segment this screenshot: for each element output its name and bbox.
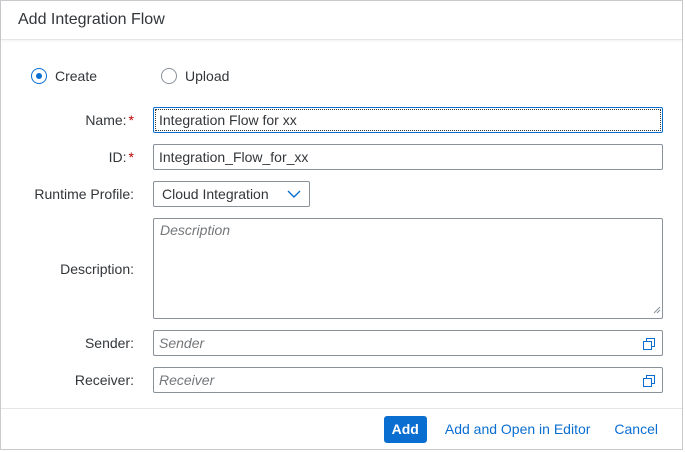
name-input[interactable]: Integration Flow for xx — [153, 107, 663, 133]
create-radio-label: Create — [55, 68, 98, 84]
id-label: ID: * — [108, 149, 134, 165]
runtime-profile-row: Runtime Profile: Cloud Integration — [1, 181, 682, 207]
chevron-down-icon[interactable] — [287, 190, 301, 199]
name-row: Name: * Integration Flow for xx — [1, 107, 682, 133]
dialog-title: Add Integration Flow — [18, 11, 165, 28]
radio-unselected-icon[interactable] — [161, 68, 178, 84]
required-marker: * — [128, 112, 134, 128]
value-help-icon[interactable] — [643, 374, 655, 390]
id-row: ID: * Integration_Flow_for_xx — [1, 144, 682, 170]
description-label: Description: — [60, 260, 134, 277]
description-textarea[interactable]: Description — [153, 218, 663, 319]
receiver-input[interactable]: Receiver — [153, 367, 663, 393]
sender-input[interactable]: Sender — [153, 330, 663, 356]
resize-handle-icon[interactable] — [653, 301, 661, 317]
runtime-profile-select[interactable]: Cloud Integration — [153, 181, 310, 207]
required-marker: * — [128, 149, 134, 165]
add-button[interactable]: Add — [383, 415, 427, 443]
runtime-profile-label: Runtime Profile: — [34, 186, 134, 202]
receiver-row: Receiver: Receiver — [1, 367, 682, 393]
sender-row: Sender: Sender — [1, 330, 682, 356]
add-integration-flow-dialog: Add Integration Flow Create Upload Name:… — [0, 0, 683, 450]
mode-radio-group: Create Upload — [31, 68, 229, 84]
cancel-button[interactable]: Cancel — [610, 417, 662, 442]
dialog-footer: Add Add and Open in Editor Cancel — [1, 408, 682, 449]
radio-selected-icon[interactable] — [31, 68, 47, 84]
receiver-label: Receiver: — [74, 372, 134, 388]
sender-label: Sender: — [84, 335, 134, 351]
dialog-header: Add Integration Flow — [1, 1, 682, 40]
add-and-open-in-editor-button[interactable]: Add and Open in Editor — [441, 417, 595, 442]
upload-radio-label: Upload — [185, 68, 230, 84]
id-input[interactable]: Integration_Flow_for_xx — [153, 144, 663, 170]
name-label: Name: * — [85, 112, 134, 128]
upload-radio[interactable]: Upload — [161, 68, 229, 84]
create-radio[interactable]: Create — [31, 68, 97, 84]
value-help-icon[interactable] — [643, 337, 655, 353]
